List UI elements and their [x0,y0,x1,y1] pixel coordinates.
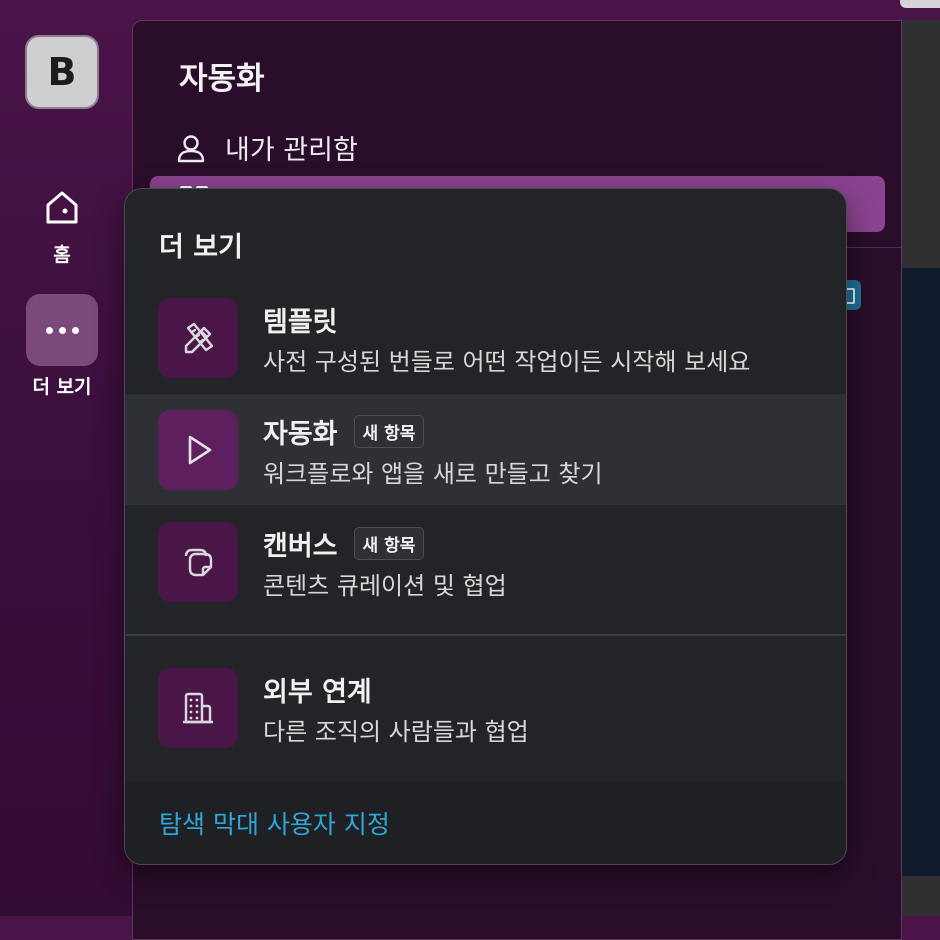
menu-item-title: 자동화 [263,419,338,450]
rail-more-label: 더 보기 [32,376,92,398]
main-pane-content-edge [902,268,940,876]
rail-home[interactable]: 홈 [20,172,104,267]
sidebar-item-managed-by-me[interactable]: 내가 관리함 [175,128,358,167]
workspace-avatar[interactable]: B [25,35,99,109]
rail-home-label: 홈 [53,244,71,266]
user-icon [177,134,205,162]
new-badge: 새 항목 [353,527,425,560]
popup-footer: 탐색 막대 사용자 지정 [125,781,846,864]
menu-item-description: 콘텐츠 큐레이션 및 협업 [263,572,507,600]
menu-item-description: 다른 조직의 사람들과 협업 [263,718,529,746]
template-pencil-ruler-icon [158,297,238,378]
menu-item-canvas[interactable]: 캔버스 새 항목 콘텐츠 큐레이션 및 협업 [125,506,846,617]
menu-item-automation[interactable]: 자동화 새 항목 워크플로와 앱을 새로 만들고 찾기 [125,394,846,505]
play-icon [158,409,238,490]
window-corner-tab [900,0,940,8]
rail-more[interactable]: 더 보기 [20,294,104,399]
main-pane-edge [902,20,940,916]
menu-item-external-connections[interactable]: 외부 연계 다른 조직의 사람들과 협업 [125,652,846,763]
more-icon [26,294,98,366]
customize-navigation-link[interactable]: 탐색 막대 사용자 지정 [159,805,390,841]
home-icon [26,172,98,244]
more-menu-popup: 더 보기 템플릿 사전 구성된 번들로 어떤 작업이든 시작해 보세요 자동화 … [124,188,847,865]
menu-item-title: 템플릿 [263,307,338,338]
menu-item-templates[interactable]: 템플릿 사전 구성된 번들로 어떤 작업이든 시작해 보세요 [125,282,846,393]
popup-title: 더 보기 [159,232,243,263]
new-badge: 새 항목 [353,415,425,448]
sidebar-title: 자동화 [179,61,265,97]
menu-item-title: 외부 연계 [263,677,372,708]
building-icon [158,667,238,748]
menu-item-description: 워크플로와 앱을 새로 만들고 찾기 [263,460,603,488]
popup-divider [125,634,846,636]
sidebar-item-label: 내가 관리함 [225,135,358,166]
menu-item-description: 사전 구성된 번들로 어떤 작업이든 시작해 보세요 [263,348,751,376]
canvas-icon [158,521,238,602]
menu-item-title: 캔버스 [263,531,338,562]
